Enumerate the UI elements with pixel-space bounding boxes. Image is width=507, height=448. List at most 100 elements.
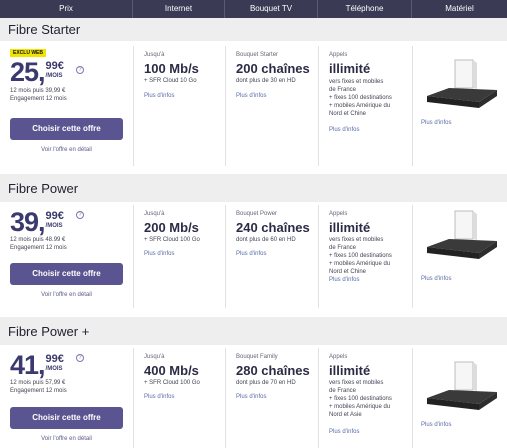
- tv-label: Bouquet Power: [236, 211, 278, 217]
- price-unit: /MOIS: [45, 73, 63, 79]
- phone-unlimited: illimité: [329, 61, 371, 76]
- engagement: Engagement 12 mois: [10, 245, 67, 251]
- phone-line: + fixes 100 destinations: [329, 396, 392, 402]
- tv-extra: dont plus de 70 en HD: [236, 380, 296, 386]
- info-icon[interactable]: ?: [76, 66, 84, 74]
- price-decimal: 99€: [45, 210, 64, 222]
- phone-more-link[interactable]: Plus d'infos: [329, 127, 360, 133]
- tv-extra: dont plus de 30 en HD: [236, 78, 296, 84]
- equipment-cell: Plus d'infos: [412, 205, 507, 308]
- table-header: Prix Internet Bouquet TV Téléphone Matér…: [0, 0, 507, 18]
- phone-unlimited: illimité: [329, 220, 371, 235]
- phone-line: de France: [329, 388, 357, 394]
- info-icon[interactable]: ?: [76, 354, 84, 362]
- phone-line: + fixes 100 destinations: [329, 253, 392, 259]
- tv-more-link[interactable]: Plus d'infos: [236, 251, 267, 257]
- phone-line: vers fixes et mobiles: [329, 79, 384, 85]
- price: 41, 99€ /MOIS: [10, 350, 64, 380]
- price: 25, 99€ /MOIS: [10, 57, 64, 87]
- tv-label: Bouquet Starter: [236, 52, 279, 58]
- choose-offer-button[interactable]: Choisir cette offre: [10, 407, 123, 429]
- tv-channels: 280 chaînes: [236, 363, 310, 378]
- internet-more-link[interactable]: Plus d'infos: [144, 251, 175, 257]
- phone-unlimited: illimité: [329, 363, 371, 378]
- offer-detail-link[interactable]: Voir l'offre en détail: [0, 292, 133, 298]
- offer-title-band: Fibre Starter: [0, 18, 507, 41]
- internet-more-link[interactable]: Plus d'infos: [144, 394, 175, 400]
- phone-line: Nord et Chine: [329, 269, 367, 275]
- internet-speed: 200 Mb/s: [144, 220, 199, 235]
- engagement: Engagement 12 mois: [10, 388, 67, 394]
- phone-line: + fixes 100 destinations: [329, 95, 392, 101]
- price-unit: /MOIS: [45, 223, 63, 229]
- price-decimal: 99€: [45, 353, 64, 365]
- phone-line: + mobiles Amérique du: [329, 261, 391, 267]
- price-integer: 25,: [10, 57, 46, 87]
- tv-cell: Bouquet Family 280 chaînes dont plus de …: [225, 348, 318, 448]
- phone-line: de France: [329, 245, 357, 251]
- internet-cell: Jusqu'à 400 Mb/s + SFR Cloud 100 Go Plus…: [133, 348, 225, 448]
- choose-offer-button[interactable]: Choisir cette offre: [10, 118, 123, 140]
- offer-title-band: Fibre Power: [0, 174, 507, 202]
- phone-line: de France: [329, 87, 357, 93]
- exclu-web-badge: EXCLU WEB: [10, 49, 46, 57]
- tv-more-link[interactable]: Plus d'infos: [236, 394, 267, 400]
- phone-line: Nord et Chine: [329, 111, 367, 117]
- price-after: 12 mois puis 57,99 €: [10, 380, 66, 386]
- phone-label: Appels: [329, 354, 348, 360]
- tv-cell: Bouquet Power 240 chaînes dont plus de 6…: [225, 205, 318, 308]
- internet-label: Jusqu'à: [144, 211, 165, 217]
- price: 39, 99€ /MOIS: [10, 207, 64, 237]
- internet-cell: Jusqu'à 100 Mb/s + SFR Cloud 10 Go Plus …: [133, 46, 225, 166]
- offer-title: Fibre Starter: [8, 22, 81, 37]
- phone-details: vers fixes et mobiles de France + fixes …: [329, 78, 411, 118]
- equipment-more-link[interactable]: Plus d'infos: [421, 422, 452, 428]
- phone-more-link[interactable]: Plus d'infos: [329, 277, 360, 283]
- price-cell: 41, 99€ /MOIS ? 12 mois puis 57,99 € Eng…: [0, 348, 133, 448]
- offer-detail-link[interactable]: Voir l'offre en détail: [0, 147, 133, 153]
- phone-details: vers fixes et mobiles de France + fixes …: [329, 379, 411, 419]
- phone-line: + mobiles Amérique du: [329, 103, 391, 109]
- phone-details: vers fixes et mobiles de France + fixes …: [329, 236, 411, 276]
- equipment-more-link[interactable]: Plus d'infos: [421, 276, 452, 282]
- phone-line: + mobiles Amérique du: [329, 404, 391, 410]
- internet-speed: 100 Mb/s: [144, 61, 199, 76]
- offer-title: Fibre Power: [8, 181, 79, 196]
- info-icon[interactable]: ?: [76, 211, 84, 219]
- header-prix: Prix: [0, 0, 133, 18]
- internet-label: Jusqu'à: [144, 52, 165, 58]
- offer-title-band: Fibre Power +: [0, 317, 507, 345]
- price-cell: EXCLU WEB 25, 99€ /MOIS ? 12 mois puis 3…: [0, 46, 133, 166]
- phone-line: Nord et Asie: [329, 412, 362, 418]
- phone-line: vers fixes et mobiles: [329, 380, 384, 386]
- equipment-cell: Plus d'infos: [412, 46, 507, 166]
- price-after: 12 mois puis 39,99 €: [10, 88, 66, 94]
- offer-title: Fibre Power +: [8, 324, 90, 339]
- equipment-more-link[interactable]: Plus d'infos: [421, 120, 452, 126]
- sfr-box-image: [427, 59, 497, 108]
- price-unit: /MOIS: [45, 366, 63, 372]
- phone-cell: Appels illimité vers fixes et mobiles de…: [318, 205, 412, 308]
- equipment-cell: Plus d'infos: [412, 348, 507, 448]
- tv-cell: Bouquet Starter 200 chaînes dont plus de…: [225, 46, 318, 166]
- sfr-box-image: [427, 210, 497, 259]
- tv-more-link[interactable]: Plus d'infos: [236, 93, 267, 99]
- price-decimal: 99€: [45, 60, 64, 72]
- price-cell: 39, 99€ /MOIS ? 12 mois puis 48.99 € Eng…: [0, 205, 133, 308]
- phone-cell: Appels illimité vers fixes et mobiles de…: [318, 348, 412, 448]
- phone-more-link[interactable]: Plus d'infos: [329, 429, 360, 435]
- choose-offer-button[interactable]: Choisir cette offre: [10, 263, 123, 285]
- price-integer: 39,: [10, 207, 46, 237]
- offer-row: 39, 99€ /MOIS ? 12 mois puis 48.99 € Eng…: [0, 205, 507, 308]
- tv-channels: 240 chaînes: [236, 220, 310, 235]
- offer-detail-link[interactable]: Voir l'offre en détail: [0, 436, 133, 442]
- internet-more-link[interactable]: Plus d'infos: [144, 93, 175, 99]
- tv-label: Bouquet Family: [236, 354, 278, 360]
- internet-speed: 400 Mb/s: [144, 363, 199, 378]
- internet-extra: + SFR Cloud 10 Go: [144, 78, 197, 84]
- offer-row: EXCLU WEB 25, 99€ /MOIS ? 12 mois puis 3…: [0, 46, 507, 166]
- price-after: 12 mois puis 48.99 €: [10, 237, 66, 243]
- price-integer: 41,: [10, 350, 46, 380]
- header-materiel: Matériel: [445, 4, 474, 13]
- phone-label: Appels: [329, 211, 348, 217]
